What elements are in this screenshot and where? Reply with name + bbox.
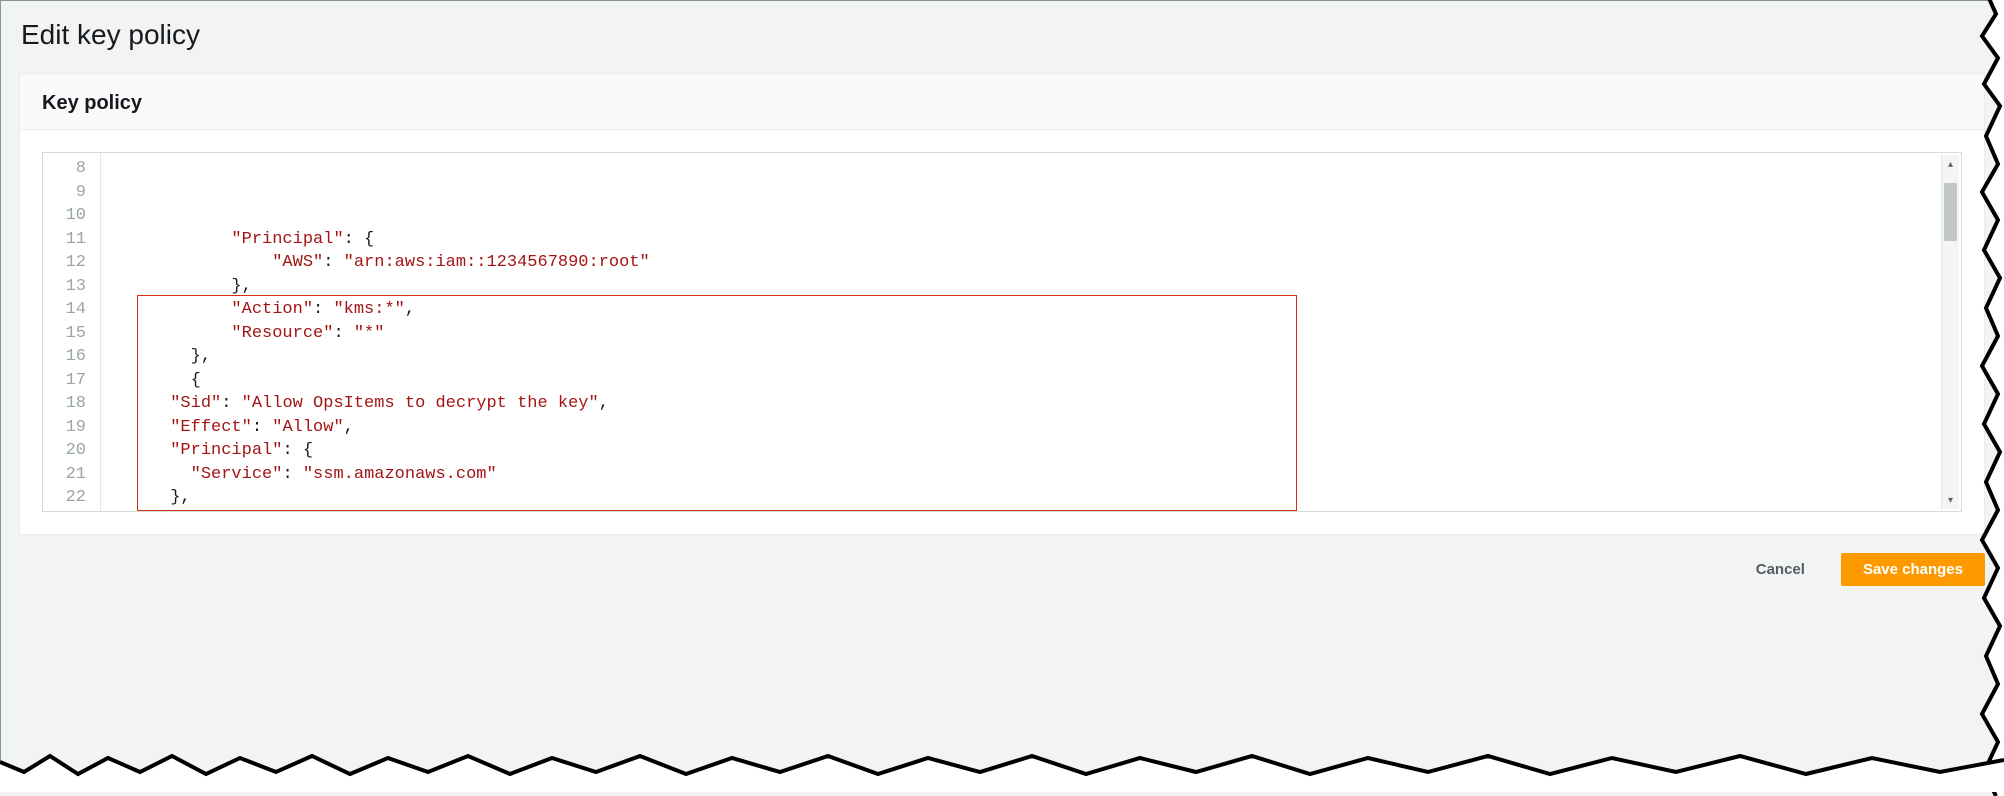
scroll-down-arrow[interactable]: ▾ <box>1942 491 1959 509</box>
code-line[interactable]: "Principal": { <box>109 228 1961 252</box>
cancel-button[interactable]: Cancel <box>1734 553 1827 586</box>
policy-editor[interactable]: 8910111213141516171819202122 "Principal"… <box>42 152 1962 512</box>
line-number: 15 <box>43 322 90 346</box>
code-line[interactable]: "AWS": "arn:aws:iam::1234567890:root" <box>109 251 1961 275</box>
code-line[interactable]: "Sid": "Allow OpsItems to decrypt the ke… <box>109 392 1961 416</box>
line-number: 11 <box>43 228 90 252</box>
code-line[interactable]: "Service": "ssm.amazonaws.com" <box>109 463 1961 487</box>
line-number: 20 <box>43 439 90 463</box>
code-line[interactable]: }, <box>109 275 1961 299</box>
code-line[interactable]: "Principal": { <box>109 439 1961 463</box>
line-number: 13 <box>43 275 90 299</box>
line-number: 9 <box>43 181 90 205</box>
line-number: 16 <box>43 345 90 369</box>
page-title: Edit key policy <box>21 19 1985 51</box>
action-buttons: Cancel Save changes <box>19 535 1985 586</box>
key-policy-panel: Key policy 8910111213141516171819202122 … <box>19 73 1985 535</box>
line-number: 17 <box>43 369 90 393</box>
panel-title: Key policy <box>42 92 1962 115</box>
page-container: Edit key policy Key policy 8910111213141… <box>0 0 2004 790</box>
line-number: 21 <box>43 463 90 487</box>
code-line[interactable]: "Action": "kms:*", <box>109 298 1961 322</box>
code-line[interactable]: "Action": ["kms:Decrypt", "kms:GenerateD… <box>109 510 1961 512</box>
line-number: 19 <box>43 416 90 440</box>
save-button[interactable]: Save changes <box>1841 553 1985 586</box>
editor-scrollbar[interactable]: ▴ ▾ <box>1941 155 1959 509</box>
line-number: 10 <box>43 204 90 228</box>
line-number: 12 <box>43 251 90 275</box>
line-number-gutter: 8910111213141516171819202122 <box>43 153 101 511</box>
scroll-up-arrow[interactable]: ▴ <box>1942 155 1959 173</box>
code-line[interactable]: "Effect": "Allow", <box>109 416 1961 440</box>
code-line[interactable]: }, <box>109 345 1961 369</box>
code-line[interactable]: "Resource": "*" <box>109 322 1961 346</box>
line-number: 8 <box>43 157 90 181</box>
panel-body: 8910111213141516171819202122 "Principal"… <box>20 130 1984 534</box>
line-number: 18 <box>43 392 90 416</box>
scroll-thumb[interactable] <box>1944 183 1957 241</box>
line-number: 14 <box>43 298 90 322</box>
code-line[interactable]: { <box>109 369 1961 393</box>
code-area[interactable]: "Principal": { "AWS": "arn:aws:iam::1234… <box>101 153 1961 511</box>
code-line[interactable]: }, <box>109 486 1961 510</box>
panel-header: Key policy <box>20 74 1984 130</box>
line-number: 22 <box>43 486 90 510</box>
